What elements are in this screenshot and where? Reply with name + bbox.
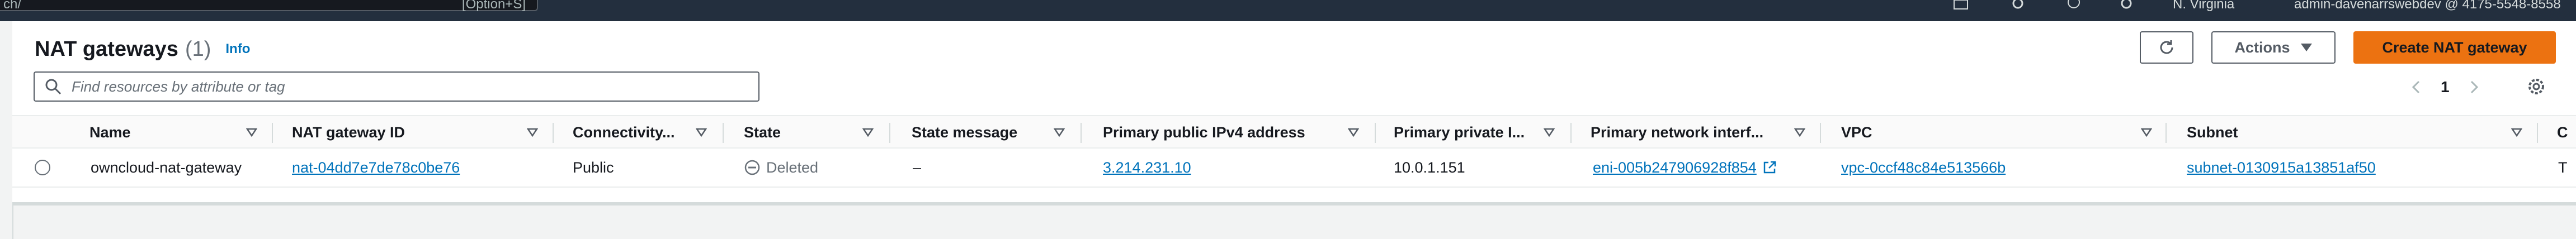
search-input[interactable] [72, 78, 743, 95]
refresh-button[interactable] [2140, 31, 2193, 64]
row-select-radio[interactable] [35, 160, 50, 175]
vpc-link[interactable]: vpc-0ccf48c84e513566b [1841, 159, 2006, 176]
sort-caret-icon[interactable] [1544, 128, 1555, 137]
column-divider[interactable] [272, 123, 273, 143]
sort-caret-icon[interactable] [1348, 128, 1359, 137]
help-icon[interactable] [2064, 0, 2084, 11]
column-divider[interactable] [889, 123, 890, 143]
page-number[interactable]: 1 [2441, 78, 2450, 96]
column-divider[interactable] [553, 123, 554, 143]
table-row[interactable]: owncloud-nat-gateway nat-04dd7e7de78c0be… [12, 149, 2576, 188]
column-header-name[interactable]: Name [89, 116, 131, 149]
panel-header: NAT gateways (1) Info [35, 32, 250, 66]
column-divider[interactable] [1570, 123, 1572, 143]
cell-state-message: – [913, 159, 922, 176]
column-divider[interactable] [2537, 123, 2538, 143]
state-text: Deleted [766, 159, 819, 176]
table-header: Name NAT gateway ID Connectivity... Stat… [12, 115, 2576, 149]
stopped-status-icon [744, 160, 760, 175]
column-header-state[interactable]: State [744, 116, 781, 149]
cell-connectivity: Public [573, 159, 614, 176]
column-divider[interactable] [1081, 123, 1082, 143]
page-title: NAT gateways [35, 37, 178, 61]
actions-button[interactable]: Actions [2211, 31, 2336, 64]
cell-network-interface: eni-005b247906928f854 [1593, 149, 1777, 187]
global-search-text: ch/ [3, 0, 22, 12]
column-header-nat-gateway-id[interactable]: NAT gateway ID [292, 116, 405, 149]
cell-private-ip: 10.0.1.151 [1394, 159, 1465, 176]
region-selector[interactable]: N. Virginia [2173, 0, 2234, 12]
page-left-gutter [0, 21, 12, 239]
caret-down-icon [2300, 44, 2312, 51]
column-header-subnet[interactable]: Subnet [2187, 116, 2238, 149]
create-nat-gateway-button[interactable]: Create NAT gateway [2353, 31, 2556, 64]
column-header-primary-public-ipv4[interactable]: Primary public IPv4 address [1103, 116, 1305, 149]
nat-gateway-id-link[interactable]: nat-04dd7e7de78c0be76 [292, 159, 460, 176]
sort-caret-icon[interactable] [696, 128, 707, 137]
actions-label: Actions [2234, 39, 2290, 56]
column-header-primary-private-ip[interactable]: Primary private I... [1394, 116, 1525, 149]
table-preferences-icon[interactable] [2526, 76, 2547, 97]
external-link-icon[interactable] [1762, 160, 1777, 175]
sort-caret-icon[interactable] [1794, 128, 1805, 137]
cloudshell-icon[interactable] [1951, 0, 1971, 11]
cell-nat-gateway-id: nat-04dd7e7de78c0be76 [292, 149, 460, 187]
settings-icon[interactable] [2116, 0, 2136, 11]
chevron-right-icon[interactable] [2465, 79, 2482, 95]
public-ip-link[interactable]: 3.214.231.10 [1103, 159, 1191, 176]
nat-gateways-panel: NAT gateways (1) Info Actions Create NAT… [12, 21, 2576, 205]
cell-vpc: vpc-0ccf48c84e513566b [1841, 149, 2006, 187]
details-split-panel [12, 202, 2576, 239]
column-divider[interactable] [1820, 123, 1821, 143]
gear-icon[interactable] [2008, 0, 2028, 11]
column-divider[interactable] [2165, 123, 2167, 143]
refresh-icon [2160, 40, 2173, 54]
cell-state: Deleted [744, 149, 818, 187]
aws-top-navigation: ch/ [Option+S] N. Virginia admin-davenar… [0, 0, 2576, 21]
resource-filter[interactable] [34, 71, 759, 102]
sort-caret-icon[interactable] [527, 128, 538, 137]
sort-caret-icon[interactable] [246, 128, 257, 137]
cell-name: owncloud-nat-gateway [91, 159, 242, 176]
global-search-bar[interactable]: ch/ [Option+S] [0, 0, 538, 12]
column-header-vpc[interactable]: VPC [1841, 116, 1872, 149]
global-search-shortcut: [Option+S] [461, 0, 526, 12]
sort-caret-icon[interactable] [2141, 128, 2152, 137]
column-divider[interactable] [723, 123, 724, 143]
eni-link[interactable]: eni-005b247906928f854 [1593, 159, 1757, 176]
cell-truncated: T [2558, 159, 2568, 176]
column-header-connectivity[interactable]: Connectivity... [573, 116, 675, 149]
account-menu[interactable]: admin-davenarrswebdev @ 4175-5548-8558 [2294, 0, 2561, 12]
info-link[interactable]: Info [225, 41, 250, 57]
column-header-state-message[interactable]: State message [912, 116, 1017, 149]
sort-caret-icon[interactable] [1054, 128, 1065, 137]
search-icon [45, 79, 62, 95]
column-divider[interactable] [1375, 123, 1376, 143]
column-header-truncated[interactable]: C [2557, 116, 2568, 149]
sort-caret-icon[interactable] [2511, 128, 2522, 137]
subnet-link[interactable]: subnet-0130915a13851af50 [2187, 159, 2376, 176]
resource-count: (1) [185, 37, 211, 61]
pagination: 1 [2408, 76, 2482, 98]
cell-subnet: subnet-0130915a13851af50 [2187, 149, 2376, 187]
sort-caret-icon[interactable] [862, 128, 874, 137]
cell-public-ip: 3.214.231.10 [1103, 149, 1191, 187]
column-header-primary-network-interface[interactable]: Primary network interf... [1591, 116, 1763, 149]
chevron-left-icon[interactable] [2408, 79, 2425, 95]
